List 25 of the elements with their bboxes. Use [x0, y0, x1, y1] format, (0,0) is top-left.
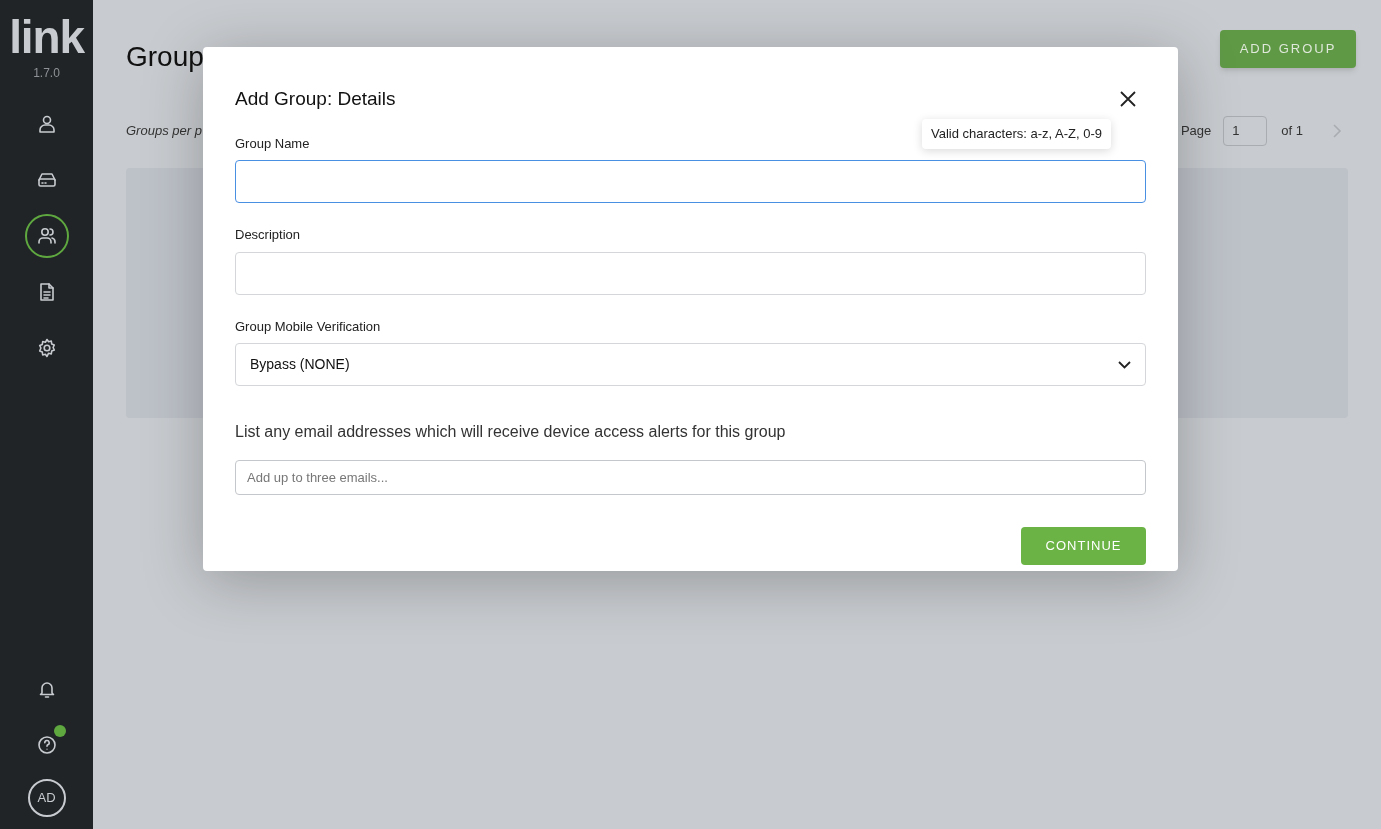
- drive-icon: [36, 170, 57, 190]
- page-title: Group: [126, 40, 204, 74]
- groups-per-page-label: Groups per p: [126, 122, 202, 141]
- person-icon: [36, 114, 57, 134]
- version-label: 1.7.0: [33, 65, 60, 82]
- close-icon[interactable]: [1120, 91, 1136, 108]
- group-icon: [36, 226, 57, 246]
- help-icon[interactable]: [36, 735, 57, 755]
- page-count: of 1: [1281, 122, 1303, 141]
- avatar[interactable]: AD: [27, 779, 66, 817]
- page-label: Page: [1180, 122, 1212, 141]
- field-label: Group Name: [235, 134, 310, 153]
- settings-icon: [36, 338, 57, 358]
- field-label: Group Mobile Verification: [235, 317, 381, 336]
- text-input-field[interactable]: [235, 160, 1146, 203]
- modal-title: Add Group: Details: [235, 87, 396, 111]
- page-input[interactable]: 1: [1223, 116, 1268, 146]
- chevron-down-icon: [1118, 360, 1131, 369]
- email-prompt: List any email addresses which will receive device access alerts for this group: [235, 422, 787, 442]
- email-input-field[interactable]: Add up to three emails...: [235, 460, 1146, 495]
- tooltip: Valid characters: a-z, A-Z, 0-9: [922, 119, 1111, 149]
- nav-item[interactable]: [24, 214, 69, 258]
- select-dropdown[interactable]: Bypass (NONE): [235, 343, 1146, 386]
- logo: link: [9, 11, 84, 63]
- field-label: Description: [235, 226, 301, 244]
